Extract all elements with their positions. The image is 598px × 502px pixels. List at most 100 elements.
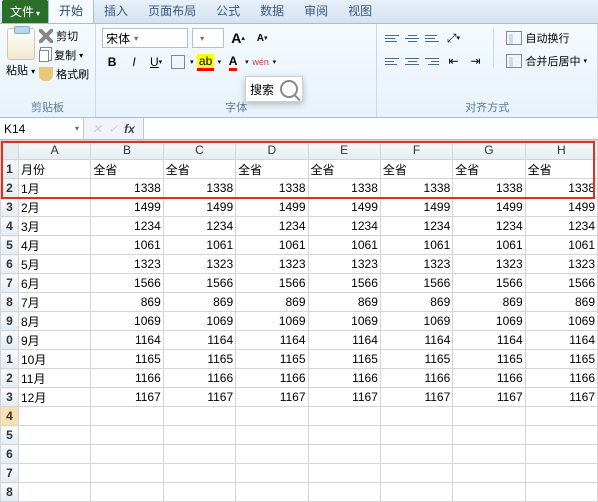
cell[interactable]: 1164 — [453, 331, 525, 350]
cell[interactable] — [380, 426, 452, 445]
row-header[interactable]: 6 — [1, 255, 19, 274]
row-header[interactable]: 0 — [1, 331, 19, 350]
cell[interactable]: 1061 — [91, 236, 163, 255]
cell[interactable]: 1323 — [380, 255, 452, 274]
copy-button[interactable]: 复制 ▾ — [39, 47, 89, 63]
cell[interactable]: 1165 — [163, 350, 235, 369]
cell[interactable]: 1234 — [308, 217, 380, 236]
cell[interactable] — [453, 407, 525, 426]
cell[interactable]: 1234 — [163, 217, 235, 236]
cell[interactable] — [19, 407, 91, 426]
cell[interactable] — [91, 426, 163, 445]
cell[interactable]: 1323 — [525, 255, 597, 274]
merge-center-button[interactable]: 合并后居中 ▾ — [502, 51, 591, 71]
cell[interactable] — [525, 426, 597, 445]
cell[interactable]: 1499 — [525, 198, 597, 217]
cell[interactable]: 全省 — [163, 160, 235, 179]
cell[interactable]: 869 — [453, 293, 525, 312]
cell[interactable] — [163, 407, 235, 426]
cell[interactable]: 1164 — [163, 331, 235, 350]
row-header[interactable]: 4 — [1, 407, 19, 426]
cell[interactable]: 1165 — [308, 350, 380, 369]
cell[interactable]: 全省 — [91, 160, 163, 179]
cell[interactable]: 1069 — [525, 312, 597, 331]
cell[interactable]: 1061 — [163, 236, 235, 255]
cell[interactable]: 1167 — [163, 388, 235, 407]
cell[interactable]: 1338 — [308, 179, 380, 198]
row-header[interactable]: 9 — [1, 312, 19, 331]
row-header[interactable]: 7 — [1, 274, 19, 293]
row-header[interactable]: 2 — [1, 179, 19, 198]
cell[interactable]: 月份 — [19, 160, 91, 179]
cell[interactable]: 1499 — [453, 198, 525, 217]
spreadsheet-grid[interactable]: ABCDEFGH1月份全省全省全省全省全省全省全省21月133813381338… — [0, 140, 598, 502]
column-header[interactable]: G — [453, 141, 525, 160]
underline-button[interactable]: U ▾ — [146, 52, 166, 72]
cell[interactable] — [236, 426, 308, 445]
row-header[interactable]: 2 — [1, 369, 19, 388]
cell[interactable]: 1166 — [91, 369, 163, 388]
orientation-button[interactable]: ⤢▾ — [443, 28, 463, 48]
cell[interactable]: 1164 — [380, 331, 452, 350]
column-header[interactable]: B — [91, 141, 163, 160]
search-overlay[interactable]: 搜索 — [245, 76, 303, 102]
align-middle-button[interactable] — [403, 30, 421, 46]
cell[interactable]: 1061 — [453, 236, 525, 255]
cell[interactable] — [91, 464, 163, 483]
cell[interactable]: 全省 — [236, 160, 308, 179]
cell[interactable]: 1234 — [453, 217, 525, 236]
select-all-corner[interactable] — [1, 141, 19, 160]
cell[interactable]: 1323 — [236, 255, 308, 274]
cell[interactable] — [236, 407, 308, 426]
cell[interactable]: 869 — [236, 293, 308, 312]
align-left-button[interactable] — [383, 53, 401, 69]
column-header[interactable]: C — [163, 141, 235, 160]
cell[interactable]: 3月 — [19, 217, 91, 236]
cell[interactable] — [236, 445, 308, 464]
align-bottom-button[interactable] — [423, 30, 441, 46]
cell[interactable]: 1061 — [380, 236, 452, 255]
cell[interactable]: 1069 — [380, 312, 452, 331]
cell[interactable]: 1166 — [163, 369, 235, 388]
cell[interactable]: 1338 — [236, 179, 308, 198]
cell[interactable] — [525, 464, 597, 483]
row-header[interactable]: 7 — [1, 464, 19, 483]
cell[interactable]: 1165 — [453, 350, 525, 369]
cell[interactable]: 869 — [91, 293, 163, 312]
cell[interactable] — [91, 445, 163, 464]
cell[interactable]: 1069 — [236, 312, 308, 331]
cell[interactable] — [19, 464, 91, 483]
cell[interactable]: 1069 — [163, 312, 235, 331]
cell[interactable] — [19, 426, 91, 445]
cell[interactable]: 1234 — [91, 217, 163, 236]
cell[interactable] — [453, 464, 525, 483]
cell[interactable]: 1166 — [525, 369, 597, 388]
cell[interactable]: 2月 — [19, 198, 91, 217]
name-box[interactable]: K14▾ — [0, 118, 84, 139]
row-header[interactable]: 1 — [1, 350, 19, 369]
cell[interactable]: 1338 — [380, 179, 452, 198]
cell[interactable] — [91, 483, 163, 502]
cell[interactable] — [308, 407, 380, 426]
cell[interactable]: 1234 — [525, 217, 597, 236]
phonetic-button[interactable]: wén — [251, 52, 271, 72]
cell[interactable]: 8月 — [19, 312, 91, 331]
cell[interactable]: 全省 — [525, 160, 597, 179]
column-header[interactable]: D — [236, 141, 308, 160]
column-header[interactable]: E — [308, 141, 380, 160]
cell[interactable]: 1164 — [308, 331, 380, 350]
cell[interactable]: 1164 — [91, 331, 163, 350]
column-header[interactable]: H — [525, 141, 597, 160]
cell[interactable]: 1164 — [525, 331, 597, 350]
cell[interactable]: 1499 — [163, 198, 235, 217]
cell[interactable]: 1323 — [163, 255, 235, 274]
cell[interactable]: 1061 — [236, 236, 308, 255]
cell[interactable]: 1167 — [91, 388, 163, 407]
decrease-indent-button[interactable]: ⇤ — [443, 51, 463, 71]
tab-4[interactable]: 数据 — [250, 0, 294, 23]
cell[interactable]: 869 — [163, 293, 235, 312]
cell[interactable]: 1167 — [236, 388, 308, 407]
cell[interactable] — [91, 407, 163, 426]
cell[interactable] — [525, 407, 597, 426]
font-name-combo[interactable]: 宋体▾ — [102, 28, 188, 48]
